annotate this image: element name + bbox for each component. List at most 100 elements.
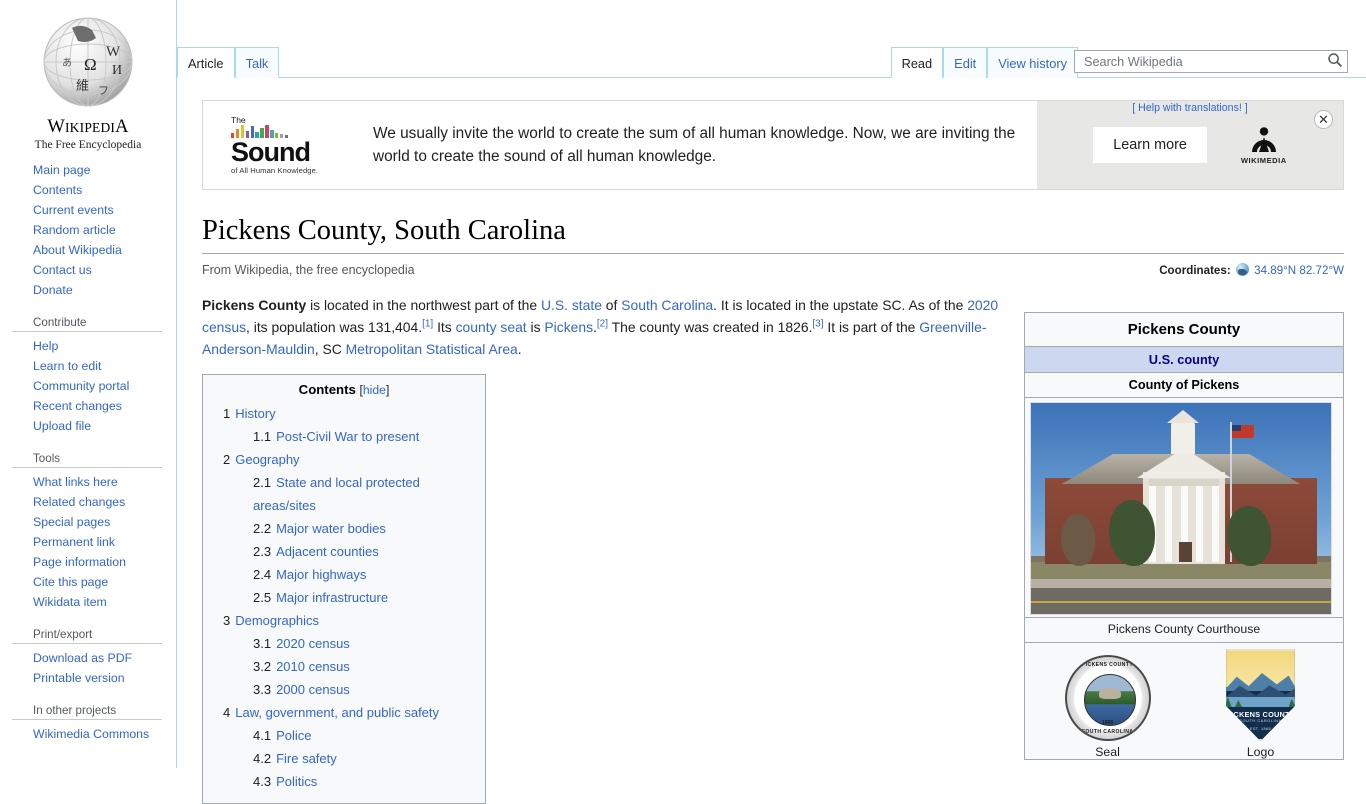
toc-entry[interactable]: 3Demographics bbox=[215, 609, 473, 632]
help-with-translations-link[interactable]: [ Help with translations! ] bbox=[1037, 102, 1343, 114]
toc-entry[interactable]: 4.3Politics bbox=[215, 770, 473, 793]
search-box[interactable] bbox=[1074, 50, 1348, 73]
sidebar-heading-tools: Tools bbox=[12, 448, 162, 468]
tab-article[interactable]: Article bbox=[177, 47, 235, 78]
tab-view-history[interactable]: View history bbox=[987, 47, 1078, 78]
learn-more-button[interactable]: Learn more bbox=[1093, 127, 1207, 163]
toc-entry-label[interactable]: Major water bodies bbox=[276, 521, 386, 536]
toc-entry[interactable]: 4 Law, government, and public safety bbox=[215, 701, 473, 724]
link-metropolitan-statistical-area[interactable]: Metropolitan Statistical Area bbox=[346, 341, 518, 357]
sidebar-item-community-portal[interactable]: Community portal bbox=[33, 379, 129, 393]
equalizer-bar bbox=[251, 126, 254, 138]
toc-entry[interactable]: 1History bbox=[215, 402, 473, 425]
infobox-alt-name: County of Pickens bbox=[1025, 373, 1343, 398]
toc-entry[interactable]: 3.32000 census bbox=[215, 678, 473, 701]
sidebar-item-recent-changes[interactable]: Recent changes bbox=[33, 399, 122, 413]
toc-entry[interactable]: 2.1State and local protected areas/sites bbox=[215, 471, 473, 517]
toc-entry[interactable]: 2.5Major infrastructure bbox=[215, 586, 473, 609]
sidebar-item-contact-us[interactable]: Contact us bbox=[33, 263, 92, 277]
toc-entry-label[interactable]: Fire safety bbox=[276, 751, 337, 766]
reference-2[interactable]: [2] bbox=[597, 318, 608, 329]
sidebar-item-permanent-link[interactable]: Permanent link bbox=[33, 535, 115, 549]
sidebar-item-printable-version[interactable]: Printable version bbox=[33, 671, 125, 685]
toc-entry-number: 4 bbox=[223, 701, 230, 724]
toc-entry-label[interactable]: 2010 census bbox=[276, 659, 350, 674]
toc-entry[interactable]: 4.1Police bbox=[215, 724, 473, 747]
sidebar-item-main-page[interactable]: Main page bbox=[33, 163, 90, 177]
sidebar-item-upload-file[interactable]: Upload file bbox=[33, 419, 91, 433]
toc-hide-toggle[interactable]: hide bbox=[363, 383, 386, 397]
toc-entry[interactable]: 1.1 Post-Civil War to present bbox=[215, 425, 473, 448]
link-county-seat[interactable]: county seat bbox=[456, 319, 527, 335]
toc-entry-label[interactable]: Law, government, and public safety bbox=[235, 705, 439, 720]
wikipedia-logo[interactable]: Ω W И 維 あ フ WIKIPEDIA The Free Encyclope… bbox=[0, 0, 176, 160]
photo-frieze bbox=[1149, 479, 1219, 486]
sidebar-heading-print-export: Print/export bbox=[12, 624, 162, 644]
toc-entry-label[interactable]: Post-Civil War to present bbox=[276, 429, 419, 444]
toc-entry-label[interactable]: History bbox=[235, 406, 275, 421]
courthouse-photo[interactable] bbox=[1030, 402, 1332, 615]
link-us-state[interactable]: U.S. state bbox=[541, 297, 602, 313]
sidebar-item-special-pages[interactable]: Special pages bbox=[33, 515, 110, 529]
toc-entry[interactable]: 2.3Adjacent counties bbox=[215, 540, 473, 563]
toc-entry[interactable]: 3.22010 census bbox=[215, 655, 473, 678]
county-seal-image[interactable]: PICKENS COUNTY 1868 SOUTH CAROLINA bbox=[1065, 655, 1151, 741]
link-pickens[interactable]: Pickens bbox=[544, 319, 593, 335]
sidebar-item-random-article[interactable]: Random article bbox=[33, 223, 116, 237]
toc-entry-label[interactable]: 2000 census bbox=[276, 682, 350, 697]
sidebar-item-donate[interactable]: Donate bbox=[33, 283, 73, 297]
link-south-carolina[interactable]: South Carolina bbox=[621, 297, 713, 313]
sidebar-item-contents[interactable]: Contents bbox=[33, 183, 82, 197]
sidebar-heading-contribute: Contribute bbox=[12, 312, 162, 332]
toc-entry-label[interactable]: State and local protected areas/sites bbox=[253, 475, 420, 513]
toc-entry[interactable]: 2Geography bbox=[215, 448, 473, 471]
sidebar-item-page-information[interactable]: Page information bbox=[33, 555, 126, 569]
toc-entry[interactable]: 4.2 Fire safety bbox=[215, 747, 473, 770]
toc-title-label: Contents bbox=[299, 382, 356, 397]
sound-logo-word: Sound bbox=[231, 139, 351, 166]
toc-entry-label[interactable]: Major highways bbox=[276, 567, 366, 582]
sidebar-item-cite-this-page[interactable]: Cite this page bbox=[33, 575, 108, 589]
sidebar-heading-other-projects: In other projects bbox=[12, 700, 162, 720]
sidebar-list-item: Download as PDF bbox=[12, 648, 176, 668]
sidebar-item-current-events[interactable]: Current events bbox=[33, 203, 114, 217]
reference-1[interactable]: [1] bbox=[422, 318, 433, 329]
tab-read[interactable]: Read bbox=[891, 47, 944, 78]
equalizer-bar bbox=[260, 128, 263, 138]
sidebar-item-about-wikipedia[interactable]: About Wikipedia bbox=[33, 243, 122, 257]
sidebar-item-wikidata-item[interactable]: Wikidata item bbox=[33, 595, 107, 609]
toc-entry[interactable]: 2.4Major highways bbox=[215, 563, 473, 586]
close-icon[interactable]: ✕ bbox=[1314, 110, 1333, 129]
toc-entry-label[interactable]: 2020 census bbox=[276, 636, 350, 651]
toc-entry-label[interactable]: Demographics bbox=[235, 613, 319, 628]
tab-edit[interactable]: Edit bbox=[943, 47, 987, 78]
sidebar-item-download-as-pdf[interactable]: Download as PDF bbox=[33, 651, 132, 665]
toc-entry-label[interactable]: Police bbox=[276, 728, 311, 743]
toc-entry-label[interactable]: Major infrastructure bbox=[276, 590, 388, 605]
toc-entry[interactable]: 2.2Major water bodies bbox=[215, 517, 473, 540]
coordinates-value[interactable]: 34.89°N 82.72°W bbox=[1254, 264, 1344, 277]
search-input[interactable] bbox=[1082, 54, 1327, 70]
infobox-photo-caption: Pickens County Courthouse bbox=[1025, 618, 1343, 643]
sidebar-item-what-links-here[interactable]: What links here bbox=[33, 475, 118, 489]
svg-text:И: И bbox=[112, 63, 122, 78]
toc-entry-label[interactable]: Politics bbox=[276, 774, 317, 789]
infobox-subtitle[interactable]: U.S. county bbox=[1025, 347, 1343, 373]
toc-entry[interactable]: 3.12020 census bbox=[215, 632, 473, 655]
sidebar-list-item: Main page bbox=[12, 160, 176, 180]
tab-talk[interactable]: Talk bbox=[235, 47, 280, 78]
toc-entry-number: 4.2 bbox=[253, 747, 271, 770]
sidebar-item-learn-to-edit[interactable]: Learn to edit bbox=[33, 359, 101, 373]
reference-3[interactable]: [3] bbox=[812, 318, 823, 329]
toc-entry-number: 1.1 bbox=[253, 425, 271, 448]
sidebar-item-help[interactable]: Help bbox=[33, 339, 58, 353]
coordinates[interactable]: Coordinates: 34.89°N 82.72°W bbox=[1159, 263, 1344, 277]
toc-entry-label[interactable]: Adjacent counties bbox=[276, 544, 379, 559]
sidebar-item-related-changes[interactable]: Related changes bbox=[33, 495, 125, 509]
toc-entry-label[interactable]: Geography bbox=[235, 452, 299, 467]
search-icon[interactable] bbox=[1327, 52, 1343, 71]
photo-tree-left bbox=[1109, 500, 1155, 566]
sidebar-list-item: Related changes bbox=[12, 492, 176, 512]
sidebar-item-wikimedia-commons[interactable]: Wikimedia Commons bbox=[33, 727, 149, 741]
county-logo-image[interactable]: PICKENS COUNTY SOUTH CAROLINA — EST. 186… bbox=[1222, 649, 1300, 741]
